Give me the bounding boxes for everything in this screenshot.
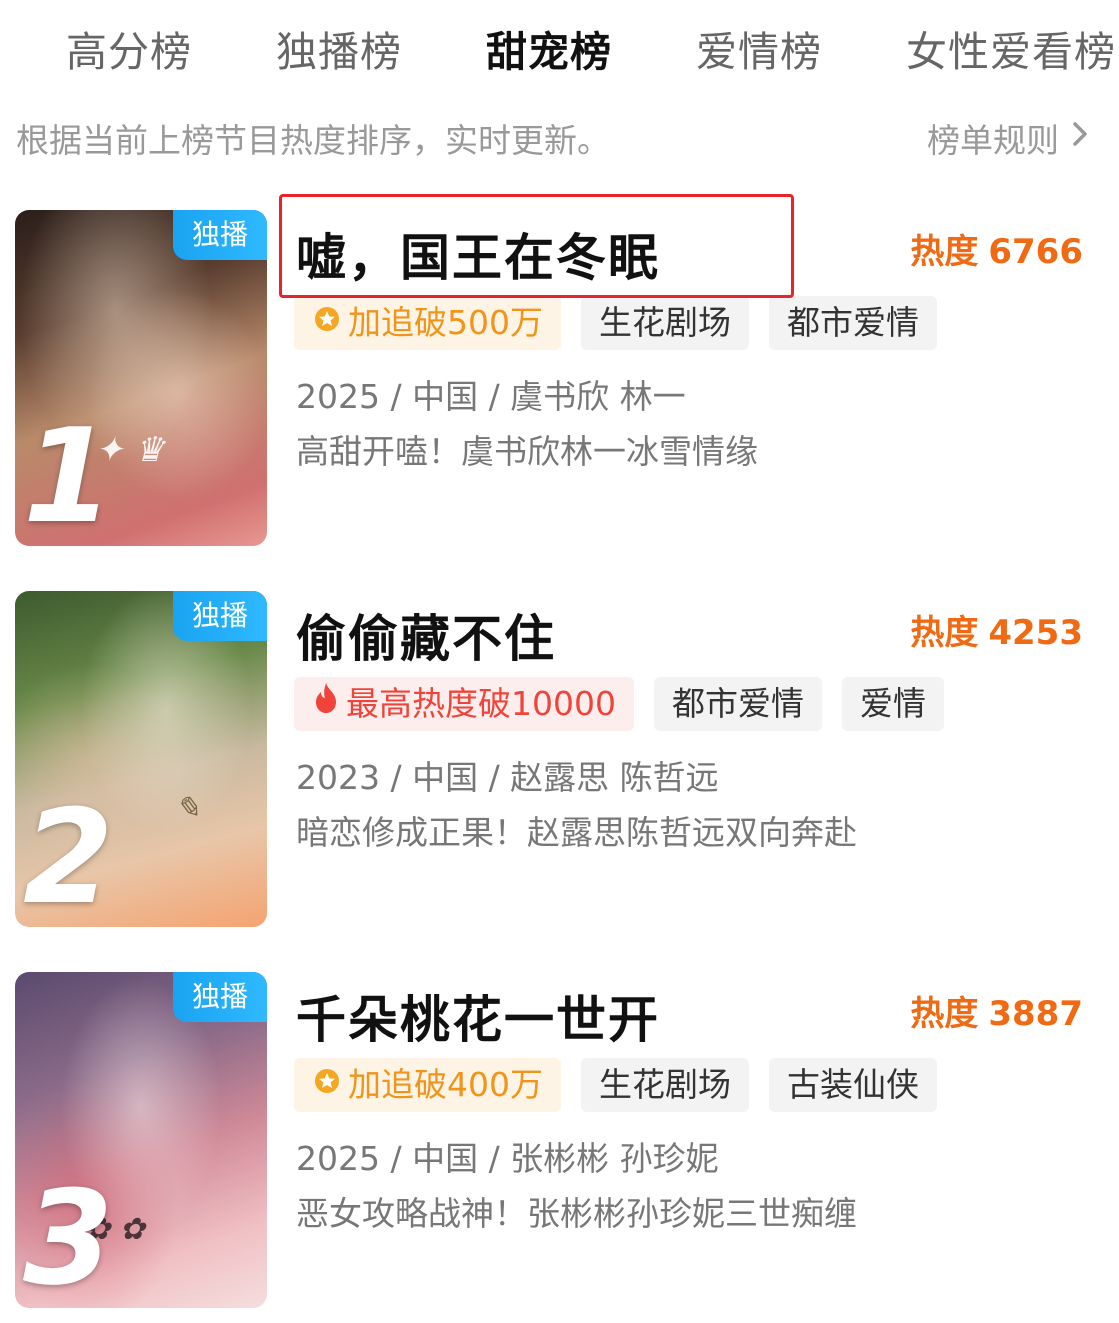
exclusive-badge: 独播: [173, 210, 267, 260]
tag-list: 加追破500万 生花剧场 都市爱情: [294, 296, 957, 350]
heat-label: 热度: [910, 613, 979, 653]
badge-text: 加追破400万: [348, 1065, 543, 1104]
heat-score: 热度 3887: [910, 986, 1083, 1035]
badge-icon: [312, 296, 342, 350]
heat-value: 3887: [988, 994, 1083, 1034]
item-description: 暗恋修成正果！赵露思陈哲远双向奔赴: [296, 813, 857, 852]
achievement-badge: 加追破400万: [294, 1058, 561, 1112]
badge-text: 加追破500万: [348, 303, 543, 342]
tab-romance[interactable]: 爱情榜: [696, 18, 822, 78]
fire-icon: [312, 677, 340, 731]
badge-icon: [312, 1058, 342, 1112]
highlight-box: [279, 194, 794, 298]
item-title[interactable]: 偷偷藏不住: [296, 599, 556, 671]
exclusive-badge: 独播: [173, 972, 267, 1022]
tab-female-favorite[interactable]: 女性爱看榜: [906, 18, 1116, 78]
heat-score: 热度 6766: [910, 224, 1083, 273]
rank-number: 3: [23, 1162, 114, 1308]
heat-value: 6766: [988, 232, 1083, 272]
item-description: 高甜开嗑！虞书欣林一冰雪情缘: [296, 432, 758, 471]
list-item[interactable]: ✿ ✿ 独播 3 千朵桃花一世开 热度 3887 加追破400万 生花剧场 古装仙…: [0, 972, 1119, 1312]
genre-tag[interactable]: 都市爱情: [653, 677, 822, 731]
subtitle-row: 根据当前上榜节目热度排序，实时更新。 榜单规则: [0, 108, 1119, 160]
exclusive-badge: 独播: [173, 591, 267, 641]
rank-number: 2: [23, 781, 114, 927]
tab-sweet[interactable]: 甜宠榜: [486, 18, 612, 78]
rank-number: 1: [23, 400, 114, 546]
chevron-right-icon: [1071, 120, 1089, 156]
item-meta: 2023 / 中国 / 赵露思 陈哲远: [296, 758, 719, 797]
tab-exclusive[interactable]: 独播榜: [276, 18, 402, 78]
tag-list: 最高热度破10000 都市爱情 爱情: [294, 677, 964, 731]
genre-tag[interactable]: 古装仙侠: [769, 1058, 937, 1112]
achievement-badge: 最高热度破10000: [294, 677, 634, 731]
tag-list: 加追破400万 生花剧场 古装仙侠: [294, 1058, 957, 1112]
item-description: 恶女攻略战神！张彬彬孙珍妮三世痴缠: [296, 1194, 857, 1233]
genre-tag[interactable]: 生花剧场: [581, 296, 749, 350]
poster-logo: ✎: [175, 791, 201, 826]
heat-score: 热度 4253: [910, 605, 1083, 654]
poster-image[interactable]: ✦ ♛ 独播 1: [15, 210, 267, 546]
genre-tag[interactable]: 爱情: [841, 677, 944, 731]
genre-tag[interactable]: 都市爱情: [769, 296, 937, 350]
badge-text: 最高热度破10000: [346, 684, 616, 723]
item-meta: 2025 / 中国 / 张彬彬 孙珍妮: [296, 1139, 719, 1178]
chart-tabs: 高分榜 独播榜 甜宠榜 爱情榜 女性爱看榜: [0, 0, 1119, 92]
ranking-description: 根据当前上榜节目热度排序，实时更新。: [16, 121, 610, 160]
list-item[interactable]: ✎ 独播 2 偷偷藏不住 热度 4253 最高热度破10000 都市爱情 爱情 2…: [0, 591, 1119, 931]
tab-high-score[interactable]: 高分榜: [66, 18, 192, 78]
heat-label: 热度: [910, 994, 979, 1034]
heat-label: 热度: [910, 232, 979, 272]
genre-tag[interactable]: 生花剧场: [581, 1058, 749, 1112]
item-title[interactable]: 千朵桃花一世开: [296, 980, 660, 1052]
rules-link[interactable]: 榜单规则: [927, 114, 1089, 162]
achievement-badge: 加追破500万: [294, 296, 561, 350]
heat-value: 4253: [988, 613, 1083, 653]
item-meta: 2025 / 中国 / 虞书欣 林一: [296, 377, 686, 416]
rules-label: 榜单规则: [927, 121, 1059, 160]
poster-image[interactable]: ✿ ✿ 独播 3: [15, 972, 267, 1308]
poster-image[interactable]: ✎ 独播 2: [15, 591, 267, 927]
